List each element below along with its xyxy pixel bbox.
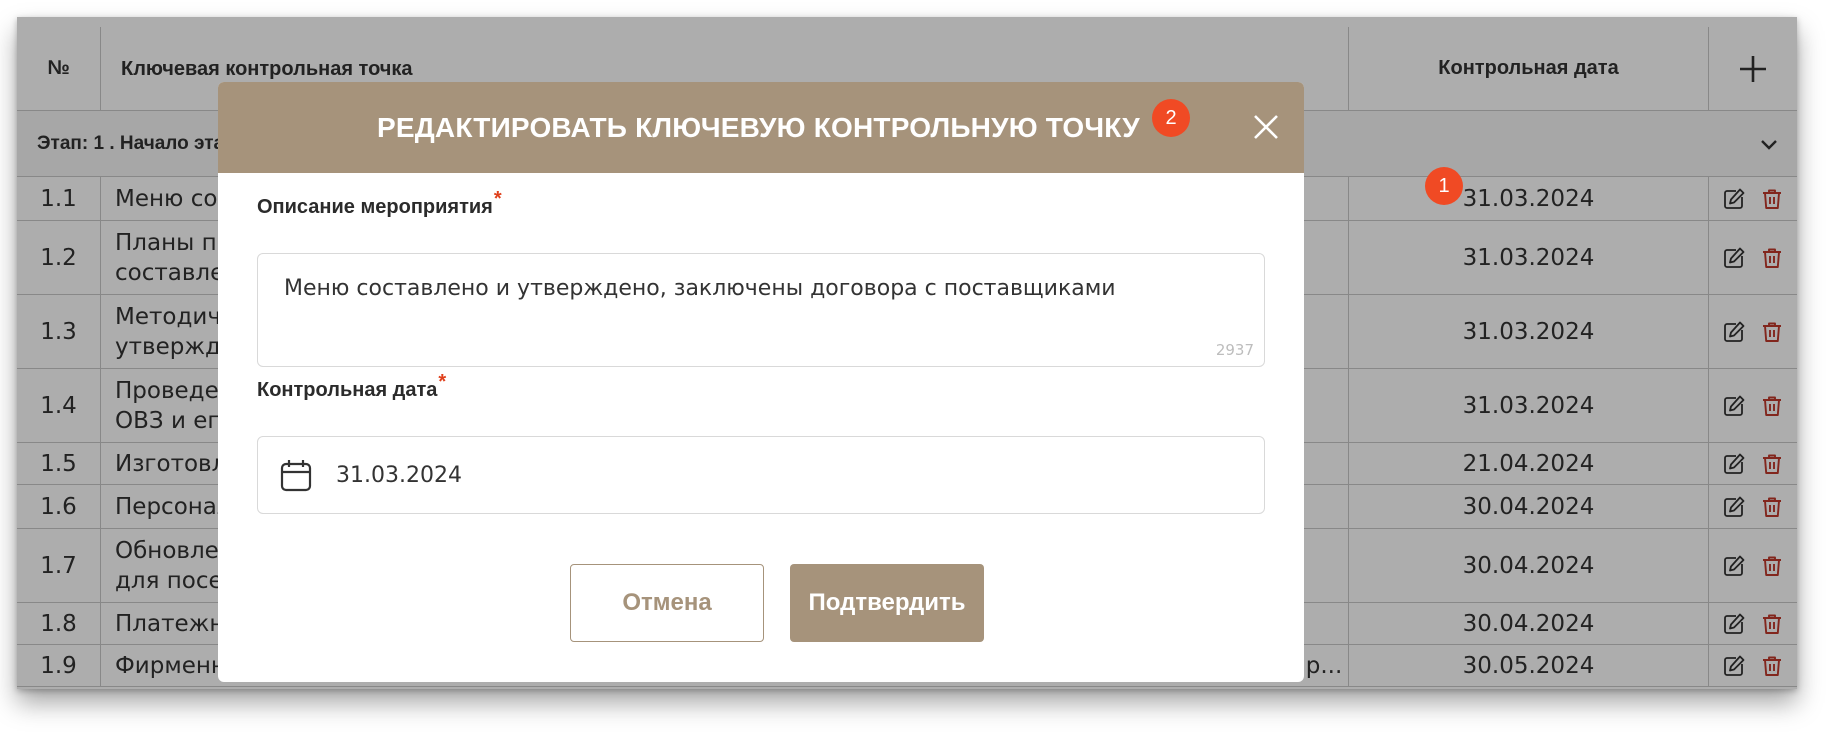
date-value: 31.03.2024: [336, 462, 462, 488]
date-label-text: Контрольная дата: [257, 379, 438, 401]
description-value: Меню составлено и утверждено, заключены …: [284, 276, 1116, 301]
description-textarea[interactable]: Меню составлено и утверждено, заключены …: [257, 253, 1265, 367]
date-field[interactable]: 31.03.2024: [257, 436, 1265, 514]
required-mark: *: [493, 188, 502, 210]
confirm-button[interactable]: Подтвердить: [790, 564, 984, 642]
marker-badge-1: 1: [1425, 167, 1463, 205]
required-mark: *: [438, 371, 447, 393]
marker-badge-2: 2: [1152, 99, 1190, 137]
date-label: Контрольная дата*: [257, 371, 446, 402]
calendar-icon: [280, 460, 312, 492]
close-icon: [1254, 115, 1278, 139]
app-frame: № Ключевая контрольная точка Контрольная…: [17, 17, 1797, 689]
cancel-button[interactable]: Отмена: [570, 564, 764, 642]
description-label: Описание мероприятия*: [257, 188, 502, 219]
dialog-title: РЕДАКТИРОВАТЬ КЛЮЧЕВУЮ КОНТРОЛЬНУЮ ТОЧКУ: [377, 111, 1140, 143]
edit-milestone-dialog: РЕДАКТИРОВАТЬ КЛЮЧЕВУЮ КОНТРОЛЬНУЮ ТОЧКУ…: [218, 82, 1304, 682]
dialog-header: РЕДАКТИРОВАТЬ КЛЮЧЕВУЮ КОНТРОЛЬНУЮ ТОЧКУ…: [218, 82, 1304, 173]
close-button[interactable]: [1248, 109, 1284, 145]
description-label-text: Описание мероприятия: [257, 196, 493, 218]
char-counter: 2937: [1215, 341, 1254, 359]
